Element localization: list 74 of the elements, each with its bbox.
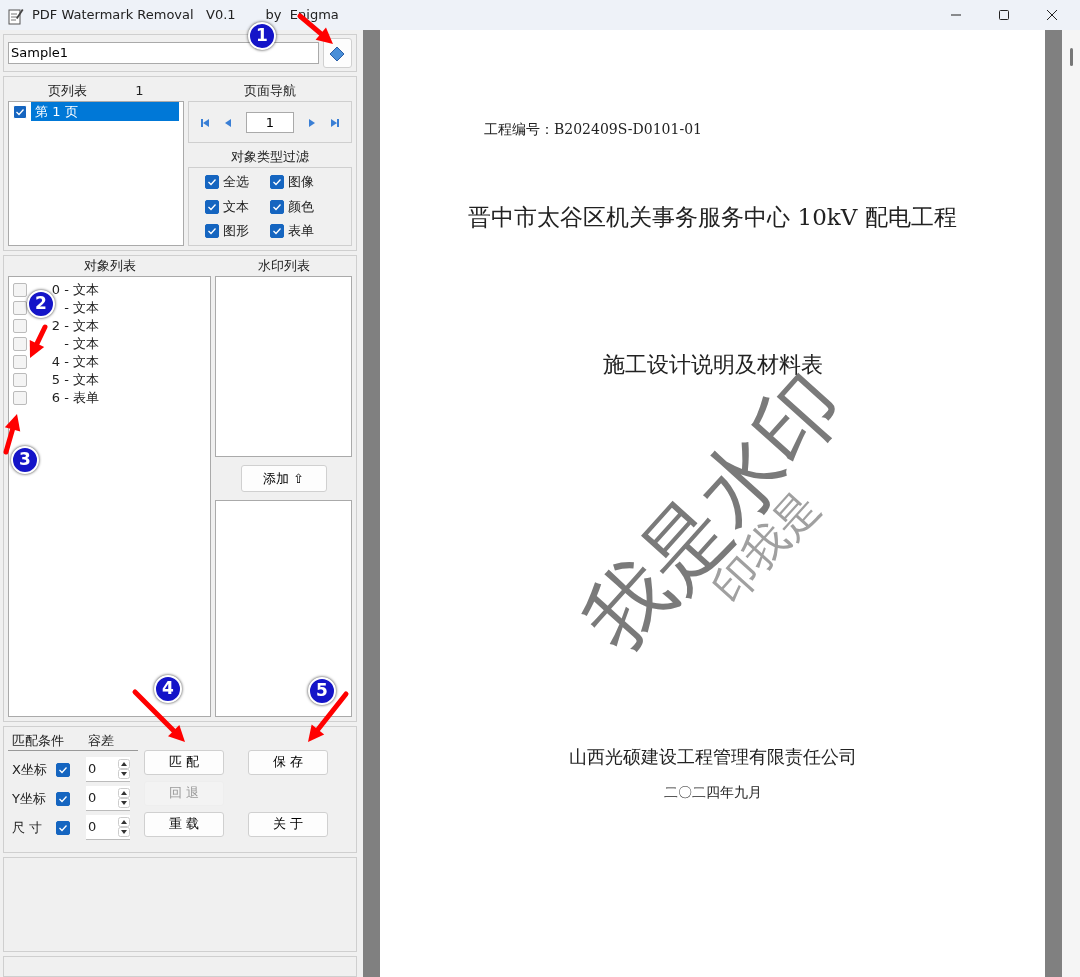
checkbox[interactable] <box>270 175 284 189</box>
action-button[interactable]: 保 存 <box>248 749 328 775</box>
tolerance-spinbox[interactable]: 0 <box>86 786 130 812</box>
checkbox[interactable] <box>205 175 219 189</box>
add-button[interactable]: 添加 ⇧ <box>240 464 327 492</box>
author-label: by Enigma <box>265 6 339 25</box>
maximize-icon <box>998 9 1010 21</box>
action-button[interactable]: 关 于 <box>248 811 328 837</box>
checkmark-icon <box>15 106 25 117</box>
filter-label: 图形 <box>223 222 249 241</box>
checkbox[interactable] <box>13 318 27 333</box>
close-icon <box>1046 9 1058 21</box>
checkmark-icon <box>58 793 68 804</box>
object-list-item[interactable]: 2 - 文本 <box>51 316 99 336</box>
list-heading: 页列表 <box>48 81 88 100</box>
object-list-item[interactable]: 5 - 文本 <box>51 370 99 390</box>
checkbox[interactable] <box>13 372 27 387</box>
condition-label: Y坐标 <box>12 789 47 808</box>
condition-label: X坐标 <box>12 760 48 779</box>
page-list-item[interactable]: 第 1 页 <box>31 101 179 122</box>
tolerance-spinbox[interactable]: 0 <box>86 757 130 783</box>
filter-label: 全选 <box>223 173 249 192</box>
section-heading: 水印列表 <box>256 256 311 275</box>
object-list-item[interactable]: 6 - 表单 <box>51 388 99 408</box>
checkbox[interactable] <box>270 224 284 238</box>
spin-arrows-icon <box>118 787 130 809</box>
tolerance-spinbox[interactable]: 0 <box>86 815 130 841</box>
filter-label: 文本 <box>223 197 249 216</box>
section-heading: 对象类型过滤 <box>230 148 310 167</box>
diamond-icon <box>328 44 347 63</box>
window-title: PDF Watermark Removal V0.1 <box>32 6 236 25</box>
open-file-button[interactable] <box>322 37 352 68</box>
checkbox[interactable] <box>56 820 70 835</box>
checkmark-icon <box>272 201 282 212</box>
checkbox[interactable] <box>56 762 70 777</box>
checkmark-icon <box>207 226 217 236</box>
checkmark-icon <box>207 177 217 187</box>
checkbox[interactable] <box>56 791 70 806</box>
page-count: 1 <box>135 81 144 100</box>
checkmark-icon <box>272 226 282 236</box>
checkmark-icon <box>58 822 68 833</box>
checkbox[interactable] <box>205 224 219 238</box>
filter-label: 表单 <box>288 222 314 241</box>
column-heading: 匹配条件 <box>12 731 64 750</box>
checkmark-icon <box>272 177 282 187</box>
checkbox[interactable] <box>13 282 27 297</box>
object-list-item[interactable]: - 文本 <box>64 334 99 354</box>
scrollbar-thumb[interactable] <box>1070 48 1073 66</box>
section-heading: 对象列表 <box>82 256 137 275</box>
file-name-field[interactable]: Sample1 <box>8 41 319 64</box>
section-heading: 页面导航 <box>243 81 297 100</box>
spin-arrows-icon <box>118 816 130 838</box>
object-list-item[interactable]: 4 - 文本 <box>51 352 99 372</box>
checkmark-icon <box>58 764 68 775</box>
spin-arrows-icon <box>118 758 130 780</box>
action-button[interactable]: 匹 配 <box>144 749 224 775</box>
column-heading: 容差 <box>88 731 114 750</box>
filter-label: 颜色 <box>288 197 314 216</box>
checkbox[interactable] <box>13 336 27 351</box>
project-number: 工程编号：B202409S-D0101-01 <box>484 120 702 139</box>
checkbox[interactable] <box>205 199 219 214</box>
filter-label: 图像 <box>288 173 314 192</box>
document-date: 二〇二四年九月 <box>662 783 763 802</box>
checkmark-icon <box>207 201 217 212</box>
condition-label: 尺 寸 <box>12 818 44 837</box>
object-list-item[interactable]: - 文本 <box>64 298 99 318</box>
action-button[interactable]: 重 载 <box>144 811 224 837</box>
company-name: 山西光硕建设工程管理有限责任公司 <box>567 745 858 769</box>
document-title: 晋中市太谷区机关事务服务中心 10kV 配电工程 <box>467 203 958 232</box>
checkbox[interactable] <box>13 390 27 405</box>
checkbox[interactable] <box>13 300 27 315</box>
checkbox[interactable] <box>270 199 284 214</box>
checkbox[interactable] <box>13 354 27 369</box>
page-number-field[interactable]: 1 <box>245 111 294 133</box>
